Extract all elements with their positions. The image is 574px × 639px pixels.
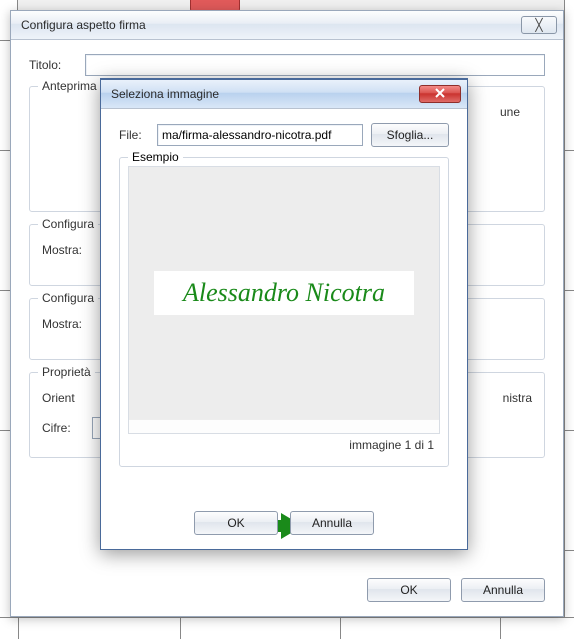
cifre-label: Cifre: (42, 421, 92, 435)
modal-ok-button[interactable]: OK (194, 511, 278, 535)
close-icon (435, 87, 445, 101)
ok-button[interactable]: OK (367, 578, 451, 602)
cancel-button[interactable]: Annulla (461, 578, 545, 602)
ruler-bottom (0, 617, 574, 639)
example-group: Esempio Alessandro Nicotra immagine 1 di… (119, 157, 449, 467)
show-label-2: Mostra: (42, 317, 82, 331)
configure-legend-1: Configura (38, 217, 98, 231)
close-button[interactable]: ╳ (521, 16, 557, 34)
window-title: Configura aspetto firma (21, 18, 517, 32)
preview-legend: Anteprima (38, 79, 101, 93)
title-input[interactable] (85, 54, 545, 76)
example-canvas: Alessandro Nicotra (128, 166, 440, 434)
nistra-label: nistra (503, 391, 532, 405)
truncated-text: une (500, 105, 520, 119)
signature-preview: Alessandro Nicotra (154, 271, 414, 315)
modal-title: Seleziona immagine (111, 87, 415, 101)
modal-cancel-button[interactable]: Annulla (290, 511, 374, 535)
configure-legend-2: Configura (38, 291, 98, 305)
file-input[interactable] (157, 124, 363, 146)
browse-button[interactable]: Sfoglia... (371, 123, 449, 147)
title-label: Titolo: (29, 58, 85, 72)
titlebar[interactable]: Configura aspetto firma ╳ (11, 10, 563, 40)
modal-titlebar[interactable]: Seleziona immagine (101, 79, 467, 109)
modal-close-button[interactable] (419, 85, 461, 103)
signature-text: Alessandro Nicotra (183, 278, 385, 308)
dialog-select-image: Seleziona immagine File: Sfoglia... Esem… (100, 78, 468, 550)
example-legend: Esempio (128, 150, 183, 164)
page-indicator: immagine 1 di 1 (128, 434, 440, 452)
show-label-1: Mostra: (42, 243, 82, 257)
close-icon: ╳ (535, 18, 542, 32)
properties-legend: Proprietà (38, 365, 95, 379)
ruler-right (564, 0, 574, 639)
file-label: File: (119, 128, 149, 142)
orient-label: Orient (42, 391, 92, 405)
